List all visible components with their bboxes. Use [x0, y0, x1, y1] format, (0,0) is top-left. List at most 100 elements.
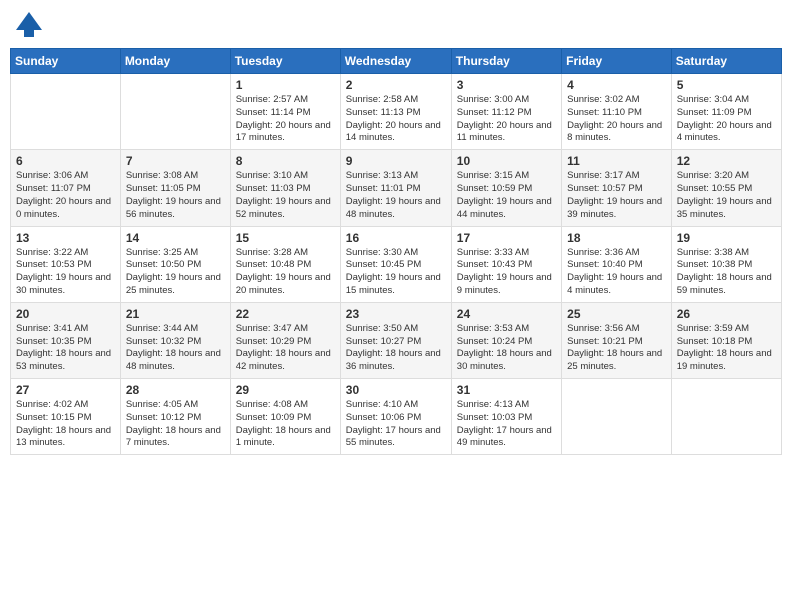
- day-number: 26: [677, 307, 776, 321]
- day-content: Sunrise: 3:02 AM Sunset: 11:10 PM Daylig…: [567, 94, 666, 145]
- calendar-cell: 8 Sunrise: 3:10 AM Sunset: 11:03 PM Dayli…: [230, 150, 340, 226]
- calendar-cell: [11, 74, 121, 150]
- day-number: 19: [677, 231, 776, 245]
- weekday-header-tuesday: Tuesday: [230, 49, 340, 74]
- calendar-cell: 7 Sunrise: 3:08 AM Sunset: 11:05 PM Dayli…: [120, 150, 230, 226]
- day-content: Sunrise: 4:02 AM Sunset: 10:15 PM Daylig…: [16, 399, 115, 450]
- day-number: 30: [346, 383, 446, 397]
- calendar-cell: 26 Sunrise: 3:59 AM Sunset: 10:18 PM Dayl…: [671, 302, 781, 378]
- calendar-cell: 9 Sunrise: 3:13 AM Sunset: 11:01 PM Dayli…: [340, 150, 451, 226]
- calendar-cell: 30 Sunrise: 4:10 AM Sunset: 10:06 PM Dayl…: [340, 379, 451, 455]
- day-number: 14: [126, 231, 225, 245]
- day-content: Sunrise: 3:36 AM Sunset: 10:40 PM Daylig…: [567, 247, 666, 298]
- calendar-cell: 28 Sunrise: 4:05 AM Sunset: 10:12 PM Dayl…: [120, 379, 230, 455]
- logo: [14, 10, 48, 40]
- calendar-cell: 21 Sunrise: 3:44 AM Sunset: 10:32 PM Dayl…: [120, 302, 230, 378]
- calendar-cell: 6 Sunrise: 3:06 AM Sunset: 11:07 PM Dayli…: [11, 150, 121, 226]
- calendar-cell: 24 Sunrise: 3:53 AM Sunset: 10:24 PM Dayl…: [451, 302, 561, 378]
- calendar-cell: 3Sunrise: 3:00 AM Sunset: 11:12 PM Dayli…: [451, 74, 561, 150]
- day-number: 28: [126, 383, 225, 397]
- calendar-cell: 1Sunrise: 2:57 AM Sunset: 11:14 PM Dayli…: [230, 74, 340, 150]
- day-number: 24: [457, 307, 556, 321]
- day-content: Sunrise: 3:56 AM Sunset: 10:21 PM Daylig…: [567, 323, 666, 374]
- day-number: 11: [567, 154, 666, 168]
- calendar-cell: 2 Sunrise: 2:58 AM Sunset: 11:13 PM Dayli…: [340, 74, 451, 150]
- day-content: Sunrise: 3:10 AM Sunset: 11:03 PM Daylig…: [236, 170, 335, 221]
- calendar-cell: 4 Sunrise: 3:02 AM Sunset: 11:10 PM Dayli…: [562, 74, 672, 150]
- weekday-header-friday: Friday: [562, 49, 672, 74]
- calendar-cell: 17Sunrise: 3:33 AM Sunset: 10:43 PM Dayl…: [451, 226, 561, 302]
- day-content: Sunrise: 3:30 AM Sunset: 10:45 PM Daylig…: [346, 247, 446, 298]
- calendar-cell: 20 Sunrise: 3:41 AM Sunset: 10:35 PM Dayl…: [11, 302, 121, 378]
- day-content: Sunrise: 2:57 AM Sunset: 11:14 PM Daylig…: [236, 94, 335, 145]
- calendar-cell: [671, 379, 781, 455]
- day-content: Sunrise: 3:53 AM Sunset: 10:24 PM Daylig…: [457, 323, 556, 374]
- day-content: Sunrise: 3:28 AM Sunset: 10:48 PM Daylig…: [236, 247, 335, 298]
- day-number: 13: [16, 231, 115, 245]
- weekday-header-thursday: Thursday: [451, 49, 561, 74]
- day-number: 5: [677, 78, 776, 92]
- calendar-header-row: SundayMondayTuesdayWednesdayThursdayFrid…: [11, 49, 782, 74]
- calendar-cell: 18Sunrise: 3:36 AM Sunset: 10:40 PM Dayl…: [562, 226, 672, 302]
- day-number: 9: [346, 154, 446, 168]
- calendar-cell: 16 Sunrise: 3:30 AM Sunset: 10:45 PM Dayl…: [340, 226, 451, 302]
- calendar-week-row: 27 Sunrise: 4:02 AM Sunset: 10:15 PM Dayl…: [11, 379, 782, 455]
- day-content: Sunrise: 3:38 AM Sunset: 10:38 PM Daylig…: [677, 247, 776, 298]
- day-content: Sunrise: 3:13 AM Sunset: 11:01 PM Daylig…: [346, 170, 446, 221]
- day-content: Sunrise: 3:25 AM Sunset: 10:50 PM Daylig…: [126, 247, 225, 298]
- calendar-week-row: 20 Sunrise: 3:41 AM Sunset: 10:35 PM Dayl…: [11, 302, 782, 378]
- day-number: 12: [677, 154, 776, 168]
- day-number: 31: [457, 383, 556, 397]
- day-content: Sunrise: 3:04 AM Sunset: 11:09 PM Daylig…: [677, 94, 776, 145]
- day-number: 22: [236, 307, 335, 321]
- day-content: Sunrise: 3:17 AM Sunset: 10:57 PM Daylig…: [567, 170, 666, 221]
- weekday-header-saturday: Saturday: [671, 49, 781, 74]
- day-content: Sunrise: 4:10 AM Sunset: 10:06 PM Daylig…: [346, 399, 446, 450]
- calendar-cell: 14 Sunrise: 3:25 AM Sunset: 10:50 PM Dayl…: [120, 226, 230, 302]
- calendar-cell: 27 Sunrise: 4:02 AM Sunset: 10:15 PM Dayl…: [11, 379, 121, 455]
- calendar-week-row: 13 Sunrise: 3:22 AM Sunset: 10:53 PM Dayl…: [11, 226, 782, 302]
- day-content: Sunrise: 4:08 AM Sunset: 10:09 PM Daylig…: [236, 399, 335, 450]
- day-content: Sunrise: 3:22 AM Sunset: 10:53 PM Daylig…: [16, 247, 115, 298]
- day-number: 25: [567, 307, 666, 321]
- calendar-cell: 12 Sunrise: 3:20 AM Sunset: 10:55 PM Dayl…: [671, 150, 781, 226]
- day-number: 17: [457, 231, 556, 245]
- day-number: 16: [346, 231, 446, 245]
- calendar-cell: 13 Sunrise: 3:22 AM Sunset: 10:53 PM Dayl…: [11, 226, 121, 302]
- day-number: 2: [346, 78, 446, 92]
- day-content: Sunrise: 3:59 AM Sunset: 10:18 PM Daylig…: [677, 323, 776, 374]
- calendar-cell: 23 Sunrise: 3:50 AM Sunset: 10:27 PM Dayl…: [340, 302, 451, 378]
- calendar-cell: [120, 74, 230, 150]
- day-content: Sunrise: 3:15 AM Sunset: 10:59 PM Daylig…: [457, 170, 556, 221]
- day-content: Sunrise: 4:05 AM Sunset: 10:12 PM Daylig…: [126, 399, 225, 450]
- day-content: Sunrise: 2:58 AM Sunset: 11:13 PM Daylig…: [346, 94, 446, 145]
- day-content: Sunrise: 3:20 AM Sunset: 10:55 PM Daylig…: [677, 170, 776, 221]
- day-number: 15: [236, 231, 335, 245]
- day-content: Sunrise: 3:06 AM Sunset: 11:07 PM Daylig…: [16, 170, 115, 221]
- calendar-cell: 5 Sunrise: 3:04 AM Sunset: 11:09 PM Dayli…: [671, 74, 781, 150]
- day-content: Sunrise: 3:41 AM Sunset: 10:35 PM Daylig…: [16, 323, 115, 374]
- day-number: 20: [16, 307, 115, 321]
- day-number: 27: [16, 383, 115, 397]
- calendar-cell: 19 Sunrise: 3:38 AM Sunset: 10:38 PM Dayl…: [671, 226, 781, 302]
- calendar-cell: 25 Sunrise: 3:56 AM Sunset: 10:21 PM Dayl…: [562, 302, 672, 378]
- day-number: 23: [346, 307, 446, 321]
- day-number: 4: [567, 78, 666, 92]
- day-content: Sunrise: 3:44 AM Sunset: 10:32 PM Daylig…: [126, 323, 225, 374]
- day-number: 6: [16, 154, 115, 168]
- day-content: Sunrise: 3:50 AM Sunset: 10:27 PM Daylig…: [346, 323, 446, 374]
- day-content: Sunrise: 3:08 AM Sunset: 11:05 PM Daylig…: [126, 170, 225, 221]
- calendar-cell: [562, 379, 672, 455]
- day-number: 7: [126, 154, 225, 168]
- calendar-table: SundayMondayTuesdayWednesdayThursdayFrid…: [10, 48, 782, 455]
- page-header: [10, 10, 782, 40]
- calendar-cell: 10Sunrise: 3:15 AM Sunset: 10:59 PM Dayl…: [451, 150, 561, 226]
- day-number: 8: [236, 154, 335, 168]
- day-content: Sunrise: 4:13 AM Sunset: 10:03 PM Daylig…: [457, 399, 556, 450]
- weekday-header-sunday: Sunday: [11, 49, 121, 74]
- calendar-week-row: 6 Sunrise: 3:06 AM Sunset: 11:07 PM Dayli…: [11, 150, 782, 226]
- weekday-header-monday: Monday: [120, 49, 230, 74]
- weekday-header-wednesday: Wednesday: [340, 49, 451, 74]
- day-number: 21: [126, 307, 225, 321]
- calendar-cell: 31 Sunrise: 4:13 AM Sunset: 10:03 PM Dayl…: [451, 379, 561, 455]
